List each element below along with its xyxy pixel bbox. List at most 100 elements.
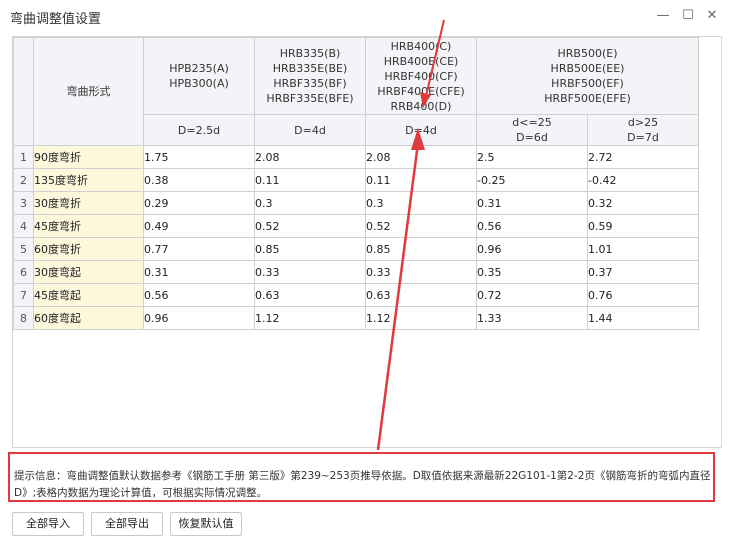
bend-type-cell: 30度弯折 xyxy=(33,191,144,215)
bend-type-cell: 45度弯折 xyxy=(33,214,144,238)
maximize-icon[interactable]: ☐ xyxy=(677,6,699,26)
subheader-line: D=6d xyxy=(516,131,548,144)
import-all-button[interactable]: 全部导入 xyxy=(12,512,84,536)
bend-adjustment-grid: 弯曲形式 HPB235(A) HPB300(A) HRB335(B) HRB335E… xyxy=(12,36,722,448)
value-cell[interactable]: 0.59 xyxy=(587,214,699,238)
value-cell[interactable]: 2.72 xyxy=(587,145,699,169)
header-line: HRB500(E) xyxy=(557,47,618,60)
value-cell[interactable]: 1.01 xyxy=(587,237,699,261)
value-cell[interactable]: 1.12 xyxy=(254,306,366,330)
value-cell[interactable]: 1.12 xyxy=(365,306,477,330)
value-cell[interactable]: 0.63 xyxy=(365,283,477,307)
table-row[interactable]: 7 45度弯起 0.56 0.63 0.63 0.72 0.76 xyxy=(13,283,699,307)
table-row[interactable]: 6 30度弯起 0.31 0.33 0.33 0.35 0.37 xyxy=(13,260,699,284)
value-cell[interactable]: 0.32 xyxy=(587,191,699,215)
header-line: HPB235(A) xyxy=(169,62,229,75)
value-cell[interactable]: 0.3 xyxy=(365,191,477,215)
value-cell[interactable]: 0.3 xyxy=(254,191,366,215)
minimize-icon[interactable]: — xyxy=(652,6,674,26)
restore-default-button[interactable]: 恢复默认值 xyxy=(170,512,242,536)
row-number: 8 xyxy=(13,306,34,330)
subheader-lines: d<=25 D=6d xyxy=(478,116,587,145)
header-line: HRB400(C) xyxy=(390,39,452,53)
row-number: 1 xyxy=(13,145,34,169)
row-number: 7 xyxy=(13,283,34,307)
value-cell[interactable]: 1.33 xyxy=(476,306,588,330)
value-cell[interactable]: 0.85 xyxy=(254,237,366,261)
value-cell[interactable]: 2.08 xyxy=(365,145,477,169)
header-line: HRB400E(CE) xyxy=(383,54,459,68)
value-cell[interactable]: 0.35 xyxy=(476,260,588,284)
value-cell[interactable]: 0.31 xyxy=(143,260,255,284)
bend-type-cell: 135度弯折 xyxy=(33,168,144,192)
value-cell[interactable]: 0.76 xyxy=(587,283,699,307)
value-cell[interactable]: 0.52 xyxy=(254,214,366,238)
group-header-lines: HRB500(E) HRB500E(EE) HRBF500(EF) HRBF500E(… xyxy=(478,46,698,106)
row-number: 4 xyxy=(13,214,34,238)
row-number: 6 xyxy=(13,260,34,284)
tip-text: 提示信息：弯曲调整值默认数据参考《钢筋工手册 第三版》第239~253页推导依据… xyxy=(14,470,711,499)
value-cell[interactable]: 0.77 xyxy=(143,237,255,261)
value-cell[interactable]: 0.49 xyxy=(143,214,255,238)
group-header-lines: HRB400(C) HRB400E(CE) HRBF400(CF) HRBF400E(… xyxy=(367,39,476,114)
value-cell[interactable]: -0.42 xyxy=(587,168,699,192)
subheader-3[interactable]: D=4d xyxy=(365,114,477,146)
label-column-header[interactable]: 弯曲形式 xyxy=(33,37,144,146)
group-header-hrb400[interactable]: HRB400(C) HRB400E(CE) HRBF400(CF) HRBF400E(… xyxy=(365,37,477,115)
group-header-lines: HRB335(B) HRB335E(BE) HRBF335(BF) HRBF335E(… xyxy=(256,46,365,106)
group-header-hrb500[interactable]: HRB500(E) HRB500E(EE) HRBF500(EF) HRBF500E(… xyxy=(476,37,699,115)
header-line: HRBF400E(CFE) xyxy=(377,84,465,98)
bend-type-cell: 60度弯起 xyxy=(33,306,144,330)
subheader-5[interactable]: d>25 D=7d xyxy=(587,114,699,146)
header-line: HRBF335(BF) xyxy=(273,77,347,90)
value-cell[interactable]: 0.29 xyxy=(143,191,255,215)
value-cell[interactable]: 0.38 xyxy=(143,168,255,192)
table-row[interactable]: 4 45度弯折 0.49 0.52 0.52 0.56 0.59 xyxy=(13,214,699,238)
export-all-button[interactable]: 全部导出 xyxy=(91,512,163,536)
table-row[interactable]: 8 60度弯起 0.96 1.12 1.12 1.33 1.44 xyxy=(13,306,699,330)
subheader-4[interactable]: d<=25 D=6d xyxy=(476,114,588,146)
subheader-lines: D=4d xyxy=(256,123,365,138)
group-header-hpb[interactable]: HPB235(A) HPB300(A) xyxy=(143,37,255,115)
value-cell[interactable]: 0.56 xyxy=(143,283,255,307)
value-cell[interactable]: 0.56 xyxy=(476,214,588,238)
table-row[interactable]: 1 90度弯折 1.75 2.08 2.08 2.5 2.72 xyxy=(13,145,699,169)
table-row[interactable]: 2 135度弯折 0.38 0.11 0.11 -0.25 -0.42 xyxy=(13,168,699,192)
bend-table: 弯曲形式 HPB235(A) HPB300(A) HRB335(B) HRB335E… xyxy=(13,37,699,330)
value-cell[interactable]: -0.25 xyxy=(476,168,588,192)
subheader-line: d>25 xyxy=(627,116,659,129)
table-row[interactable]: 3 30度弯折 0.29 0.3 0.3 0.31 0.32 xyxy=(13,191,699,215)
value-cell[interactable]: 0.85 xyxy=(365,237,477,261)
value-cell[interactable]: 0.96 xyxy=(143,306,255,330)
table-row[interactable]: 5 60度弯折 0.77 0.85 0.85 0.96 1.01 xyxy=(13,237,699,261)
value-cell[interactable]: 0.33 xyxy=(365,260,477,284)
value-cell[interactable]: 0.96 xyxy=(476,237,588,261)
header-line: RRB400(D) xyxy=(390,99,452,113)
subheader-2[interactable]: D=4d xyxy=(254,114,366,146)
header-line: HPB300(A) xyxy=(169,77,229,90)
value-cell[interactable]: 2.5 xyxy=(476,145,588,169)
subheader-line: D=4d xyxy=(405,123,437,137)
subheader-line: D=4d xyxy=(294,123,326,137)
header-line: HRBF400(CF) xyxy=(384,69,458,83)
value-cell[interactable]: 0.52 xyxy=(365,214,477,238)
value-cell[interactable]: 2.08 xyxy=(254,145,366,169)
value-cell[interactable]: 0.72 xyxy=(476,283,588,307)
value-cell[interactable]: 0.37 xyxy=(587,260,699,284)
close-icon[interactable]: ✕ xyxy=(701,6,723,26)
header-line: HRB335E(BE) xyxy=(272,62,348,75)
window-title: 弯曲调整值设置 xyxy=(10,12,102,27)
group-header-hrb335[interactable]: HRB335(B) HRB335E(BE) HRBF335(BF) HRBF335E(… xyxy=(254,37,366,115)
subheader-lines: D=4d xyxy=(367,123,476,138)
value-cell[interactable]: 1.75 xyxy=(143,145,255,169)
value-cell[interactable]: 0.11 xyxy=(254,168,366,192)
row-number: 5 xyxy=(13,237,34,261)
value-cell[interactable]: 0.33 xyxy=(254,260,366,284)
subheader-1[interactable]: D=2.5d xyxy=(143,114,255,146)
value-cell[interactable]: 0.11 xyxy=(365,168,477,192)
row-number: 3 xyxy=(13,191,34,215)
row-number: 2 xyxy=(13,168,34,192)
value-cell[interactable]: 0.63 xyxy=(254,283,366,307)
value-cell[interactable]: 0.31 xyxy=(476,191,588,215)
value-cell[interactable]: 1.44 xyxy=(587,306,699,330)
